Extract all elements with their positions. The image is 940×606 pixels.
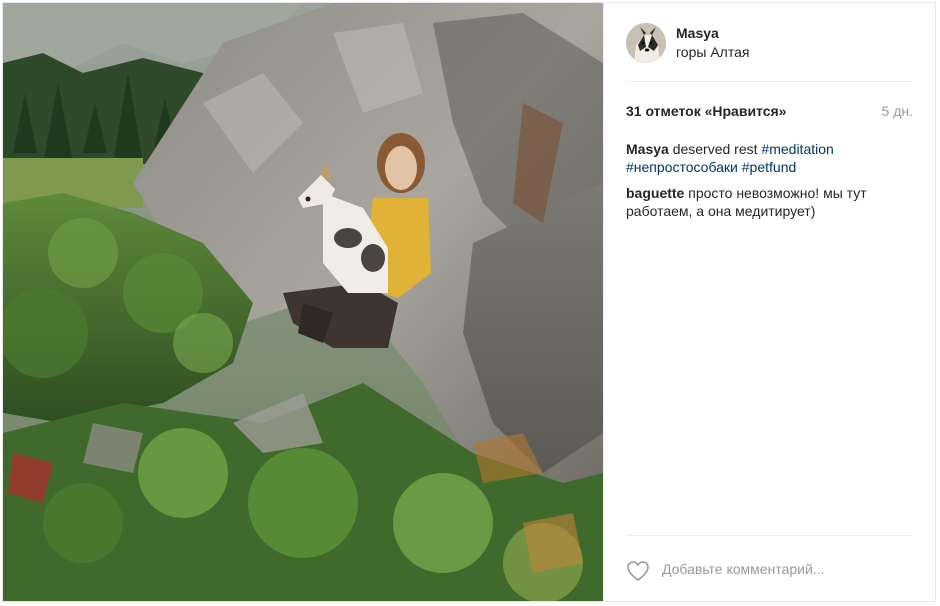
- hashtag-meditation[interactable]: #meditation: [761, 141, 833, 157]
- post-card: Masya горы Алтая 31 отметок «Нравится» 5…: [2, 2, 936, 602]
- post-time[interactable]: 5 дн.: [882, 103, 913, 119]
- heart-outline-icon[interactable]: [626, 560, 650, 582]
- likes-count[interactable]: 31 отметок «Нравится»: [626, 103, 786, 119]
- post-location[interactable]: горы Алтая: [676, 44, 749, 60]
- avatar[interactable]: [626, 23, 666, 63]
- caption-text: deserved rest: [672, 141, 758, 157]
- caption-username[interactable]: Masya: [626, 141, 669, 157]
- comment-item: baguette просто невозможно! мы тут работ…: [626, 184, 913, 220]
- hashtag-neprostosobaki[interactable]: #непростособаки: [626, 159, 738, 175]
- photo-image: [3, 3, 603, 601]
- post-username[interactable]: Masya: [676, 25, 719, 41]
- comment-username[interactable]: baguette: [626, 185, 684, 201]
- post-photo[interactable]: [3, 3, 603, 601]
- post-footer: [626, 535, 913, 586]
- post-header: Masya горы Алтая: [626, 23, 913, 82]
- caption: Masya deserved rest #meditation #непрост…: [626, 140, 913, 176]
- avatar-image: [626, 23, 666, 63]
- comments-list: Masya deserved rest #meditation #непрост…: [626, 140, 913, 228]
- likes-row: 31 отметок «Нравится» 5 дн.: [626, 103, 913, 123]
- hashtag-petfund[interactable]: #petfund: [742, 159, 797, 175]
- comment-input[interactable]: [662, 558, 902, 580]
- post-sidebar: Masya горы Алтая 31 отметок «Нравится» 5…: [603, 3, 935, 601]
